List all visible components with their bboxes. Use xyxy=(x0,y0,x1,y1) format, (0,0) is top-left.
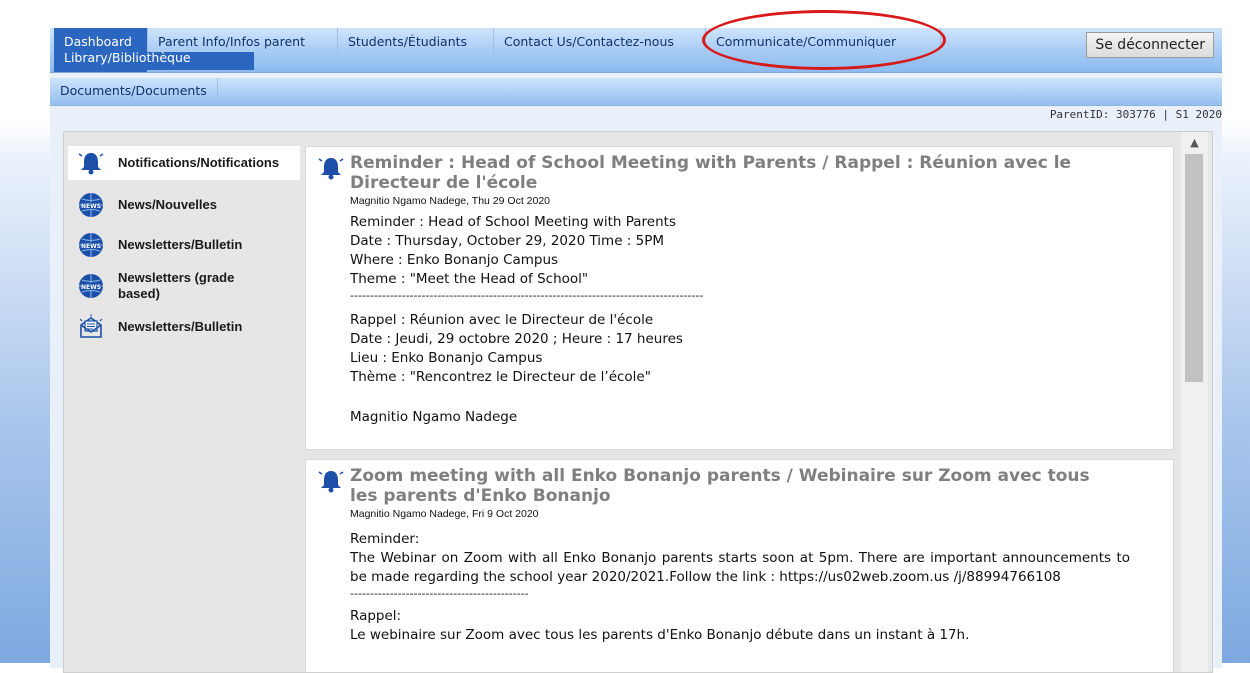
post-body: Reminder: The Webinar on Zoom with all E… xyxy=(350,530,1130,645)
parent-id-label: ParentID: 303776 | S1 2020 xyxy=(1049,108,1222,121)
post-line: Where : Enko Bonanjo Campus xyxy=(350,252,559,268)
post-signature: Magnitio Ngamo Nadege xyxy=(350,409,518,425)
nav-library[interactable]: Library/Bibliothèque xyxy=(54,51,254,70)
nav-documents[interactable]: Documents/Documents xyxy=(50,78,218,105)
logout-button[interactable]: Se déconnecter xyxy=(1086,32,1214,58)
separator-line: ----------------------------------------… xyxy=(350,587,529,600)
news-globe-icon: NEWS xyxy=(76,230,106,260)
newsletter-envelope-icon xyxy=(76,312,106,342)
sidebar-item-label: Notifications/Notifications xyxy=(118,155,280,170)
app-frame: Dashboard Parent Info/Infos parent Libra… xyxy=(50,10,1222,673)
nav-contact[interactable]: Contact Us/Contactez-nous xyxy=(494,28,706,56)
notification-card[interactable]: Zoom meeting with all Enko Bonanjo paren… xyxy=(305,459,1174,672)
post-line: Le webinaire sur Zoom avec tous les pare… xyxy=(350,627,970,643)
post-paragraph: The Webinar on Zoom with all Enko Bonanj… xyxy=(350,550,1130,585)
svg-text:NEWS: NEWS xyxy=(81,203,101,210)
post-line: Lieu : Enko Bonanjo Campus xyxy=(350,350,543,366)
post-line: Reminder : Head of School Meeting with P… xyxy=(350,214,676,230)
separator-line: ----------------------------------------… xyxy=(350,289,704,302)
nav-students[interactable]: Students/Étudiants xyxy=(338,28,494,56)
content-panel: Notifications/Notifications NEWS News/No… xyxy=(63,131,1213,673)
notification-icon xyxy=(318,155,344,181)
sub-nav: Documents/Documents xyxy=(50,78,1222,106)
scroll-up-arrow-icon[interactable]: ▲ xyxy=(1181,132,1208,152)
news-globe-icon: NEWS xyxy=(76,271,106,301)
post-line: Date : Jeudi, 29 octobre 2020 ; Heure : … xyxy=(350,331,683,347)
sidebar-item-label: Newsletters/Bulletin xyxy=(118,319,243,334)
post-title[interactable]: Reminder : Head of School Meeting with P… xyxy=(350,153,1110,193)
post-line: Rappel : Réunion avec le Directeur de l'… xyxy=(350,312,654,328)
sidebar-item-newsletters[interactable]: NEWS Newsletters/Bulletin xyxy=(68,230,300,260)
notification-feed: Reminder : Head of School Meeting with P… xyxy=(305,132,1175,672)
sidebar-item-label: News/Nouvelles xyxy=(118,197,217,212)
notification-icon xyxy=(76,148,106,178)
main-nav: Dashboard Parent Info/Infos parent Libra… xyxy=(50,28,1222,73)
post-line xyxy=(350,387,1130,406)
news-globe-icon: NEWS xyxy=(76,190,106,220)
post-line: Theme : "Meet the Head of School" xyxy=(350,271,589,287)
sidebar-item-news[interactable]: NEWS News/Nouvelles xyxy=(68,190,300,220)
sidebar-item-notifications[interactable]: Notifications/Notifications xyxy=(68,146,300,180)
post-title[interactable]: Zoom meeting with all Enko Bonanjo paren… xyxy=(350,466,1110,506)
svg-text:NEWS: NEWS xyxy=(81,243,101,250)
sidebar-item-label: Newsletters (grade based) xyxy=(118,270,235,301)
post-line: Reminder: xyxy=(350,531,420,547)
sidebar-item-newsletters-grade[interactable]: NEWS Newsletters (grade based) xyxy=(68,270,300,302)
svg-text:NEWS: NEWS xyxy=(81,284,101,291)
post-meta: Magnitio Ngamo Nadege, Thu 29 Oct 2020 xyxy=(350,195,551,207)
notification-card[interactable]: Reminder : Head of School Meeting with P… xyxy=(305,146,1174,450)
nav-communicate[interactable]: Communicate/Communiquer xyxy=(706,28,941,56)
post-meta: Magnitio Ngamo Nadege, Fri 9 Oct 2020 xyxy=(350,508,539,520)
sidebar: Notifications/Notifications NEWS News/No… xyxy=(68,132,300,342)
post-body: Reminder : Head of School Meeting with P… xyxy=(350,213,1130,427)
post-line: Date : Thursday, October 29, 2020 Time :… xyxy=(350,233,665,249)
scroll-thumb[interactable] xyxy=(1185,154,1203,382)
post-line: Rappel: xyxy=(350,608,402,624)
sidebar-item-newsletters-bulletin[interactable]: Newsletters/Bulletin xyxy=(68,312,300,342)
notification-icon xyxy=(318,468,344,494)
post-line: Thème : "Rencontrez le Directeur de l’éc… xyxy=(350,369,651,385)
sidebar-item-label: Newsletters/Bulletin xyxy=(118,237,243,252)
feed-scrollbar[interactable]: ▲ xyxy=(1181,132,1208,672)
